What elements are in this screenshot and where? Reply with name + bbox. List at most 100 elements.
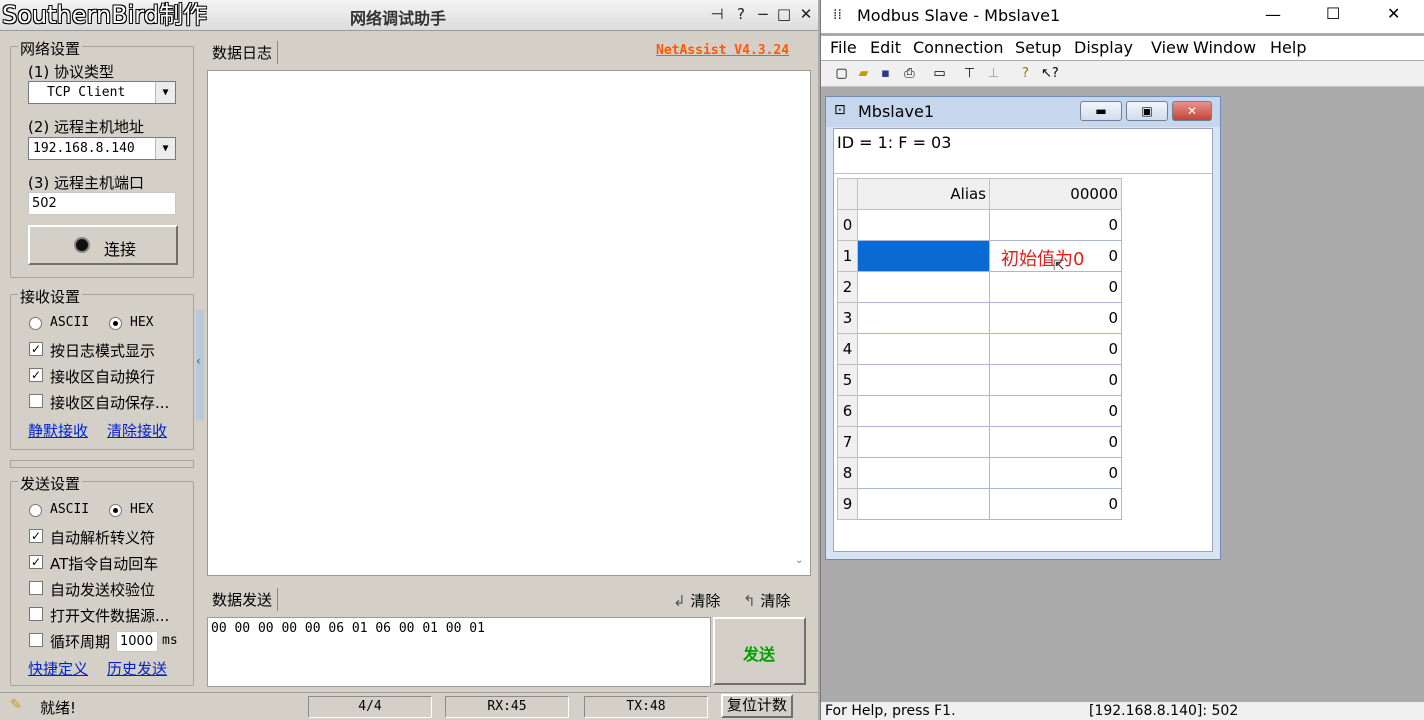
rx-hex-radio[interactable]: [109, 317, 122, 330]
alias-cell[interactable]: [857, 395, 990, 427]
alias-cell[interactable]: [857, 488, 990, 520]
tx-at-checkbox[interactable]: ✓: [29, 555, 43, 569]
log-scrollbar[interactable]: ⌄: [794, 71, 810, 575]
menu-window[interactable]: Window: [1193, 38, 1256, 57]
collapse-handle[interactable]: ‹: [196, 310, 204, 420]
menu-file[interactable]: File: [830, 38, 857, 57]
tx-checksum-checkbox[interactable]: [29, 581, 43, 595]
register-value-cell[interactable]: 0: [989, 333, 1122, 365]
new-file-icon[interactable]: ▢: [833, 65, 850, 82]
chevron-left-icon: ‹: [196, 354, 201, 368]
minimize-button[interactable]: −: [754, 5, 772, 23]
menu-setup[interactable]: Setup: [1015, 38, 1062, 57]
rx-autosave-checkbox[interactable]: [29, 394, 43, 408]
receive-settings-title: 接收设置: [18, 286, 83, 307]
tx-file-checkbox[interactable]: [29, 607, 43, 621]
tab-data-send[interactable]: 数据发送: [207, 588, 279, 611]
context-help-icon[interactable]: ↖?: [1041, 65, 1059, 82]
alias-cell[interactable]: [857, 333, 990, 365]
menu-connection[interactable]: Connection: [913, 38, 1004, 57]
protocol-select[interactable]: TCP Client ▼: [28, 81, 176, 104]
receive-log-area[interactable]: ⌄: [207, 70, 811, 576]
rx-autowrap-checkbox[interactable]: ✓: [29, 368, 43, 382]
maximize-button[interactable]: □: [775, 5, 793, 23]
clear-receive-link[interactable]: 清除接收: [107, 420, 167, 441]
window-title: 网络调试助手: [350, 9, 447, 28]
register-value-cell[interactable]: 0: [989, 426, 1122, 458]
alias-cell[interactable]: [857, 426, 990, 458]
version-link[interactable]: NetAssist V4.3.24: [656, 43, 789, 58]
connect-icon[interactable]: ⊤: [961, 65, 978, 82]
alias-cell[interactable]: [857, 271, 990, 303]
alias-cell[interactable]: [857, 240, 990, 272]
register-value-cell[interactable]: 0: [989, 457, 1122, 489]
register-value-cell[interactable]: 0: [989, 271, 1122, 303]
port-input[interactable]: 502: [28, 192, 176, 215]
tx-at-label: AT指令自动回车: [50, 555, 159, 573]
register-value-cell[interactable]: 0: [989, 209, 1122, 241]
register-value-cell[interactable]: 0: [989, 395, 1122, 427]
disconnect-icon[interactable]: ⊥: [985, 65, 1002, 82]
tx-loop-checkbox[interactable]: [29, 633, 43, 647]
child-minimize-button[interactable]: ▬: [1080, 101, 1122, 121]
child-title: Mbslave1: [858, 102, 935, 121]
close-button[interactable]: ✕: [797, 5, 815, 23]
pin-icon[interactable]: ⊣: [708, 5, 726, 23]
silent-receive-link[interactable]: 静默接收: [28, 420, 88, 441]
tx-hex-label: HEX: [130, 502, 154, 517]
child-close-button[interactable]: ✕: [1172, 101, 1212, 121]
tx-ascii-radio[interactable]: [29, 504, 42, 517]
close-button[interactable]: ✕: [1387, 4, 1400, 23]
tab-data-log[interactable]: 数据日志: [207, 41, 279, 64]
row-header: 9: [837, 488, 858, 520]
alias-cell[interactable]: [857, 364, 990, 396]
chevron-down-icon[interactable]: ▼: [155, 138, 175, 159]
clear-send-btn-1[interactable]: ↲ 清除: [673, 590, 720, 611]
send-button[interactable]: 发送: [713, 617, 806, 685]
tx-hex-radio[interactable]: [109, 504, 122, 517]
menu-edit[interactable]: Edit: [870, 38, 901, 57]
chevron-down-icon[interactable]: ▼: [155, 82, 175, 103]
host-select[interactable]: 192.168.8.140 ▼: [28, 137, 176, 160]
send-button-label: 发送: [743, 645, 776, 664]
send-data-input[interactable]: 00 00 00 00 00 06 01 06 00 01 00 01: [207, 617, 711, 687]
alias-cell[interactable]: [857, 457, 990, 489]
tx-file-label: 打开文件数据源...: [50, 607, 170, 625]
register-value-cell[interactable]: 0: [989, 488, 1122, 520]
rx-ascii-radio[interactable]: [29, 317, 42, 330]
help-icon[interactable]: ?: [732, 5, 750, 23]
chevron-down-icon[interactable]: ⌄: [795, 555, 803, 566]
menu-display[interactable]: Display: [1074, 38, 1133, 57]
row-header: 2: [837, 271, 858, 303]
maximize-button[interactable]: ☐: [1326, 4, 1340, 23]
tx-ascii-label: ASCII: [50, 502, 90, 517]
shortcut-define-link[interactable]: 快捷定义: [28, 658, 88, 679]
clear-arrow-icon: ↰: [743, 592, 756, 610]
print-icon[interactable]: ⎙: [901, 65, 918, 82]
menu-help[interactable]: Help: [1270, 38, 1306, 57]
child-restore-button[interactable]: ▣: [1126, 101, 1168, 121]
alias-cell[interactable]: [857, 209, 990, 241]
alias-cell[interactable]: [857, 302, 990, 334]
reset-count-button[interactable]: 复位计数: [721, 694, 793, 718]
menu-view[interactable]: View: [1151, 38, 1189, 57]
rx-log-mode-checkbox[interactable]: ✓: [29, 342, 43, 356]
window-icon[interactable]: ▭: [931, 65, 948, 82]
register-value-cell[interactable]: 0: [989, 364, 1122, 396]
minimize-button[interactable]: —: [1265, 5, 1281, 24]
connect-button[interactable]: 连接: [28, 225, 178, 265]
slave-info: ID = 1: F = 03: [837, 133, 952, 152]
period-input[interactable]: 1000: [116, 631, 158, 652]
save-icon[interactable]: ▪: [877, 65, 894, 82]
modbus-window-title: Modbus Slave - Mbslave1: [857, 6, 1061, 25]
open-folder-icon[interactable]: ▰: [855, 65, 872, 82]
clear-send-btn-2[interactable]: ↰ 清除: [743, 590, 790, 611]
history-send-link[interactable]: 历史发送: [107, 658, 167, 679]
register-grid: Alias 00000 00102030405060708090: [837, 178, 1122, 520]
clear-arrow-icon: ↲: [673, 592, 686, 610]
register-value-cell[interactable]: 0: [989, 302, 1122, 334]
tx-escape-checkbox[interactable]: ✓: [29, 529, 43, 543]
row-header: 0: [837, 209, 858, 241]
modbus-titlebar: ⁞⁞ Modbus Slave - Mbslave1 — ☐ ✕: [821, 0, 1424, 33]
help-icon[interactable]: ?: [1017, 65, 1034, 82]
